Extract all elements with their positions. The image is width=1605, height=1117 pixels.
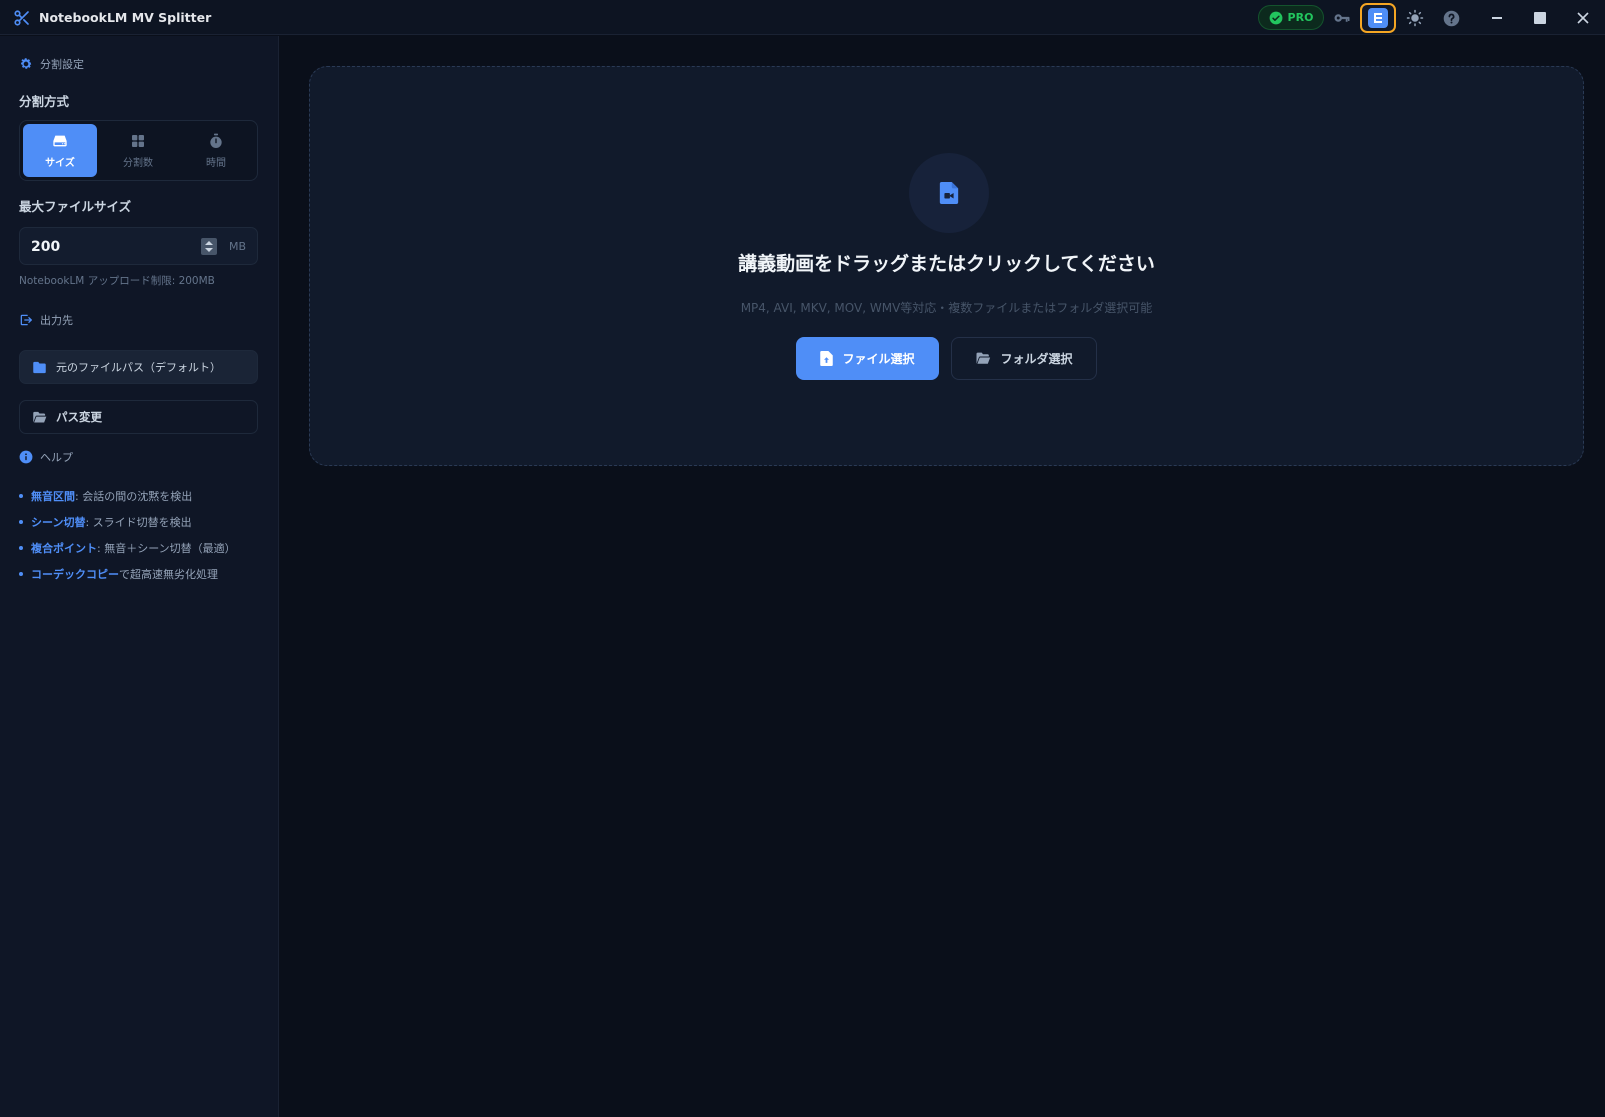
help-list: 無音区間: 会話の間の沈黙を検出 シーン切替: スライド切替を検出 複合ポイント… <box>19 483 269 587</box>
folder-icon <box>33 361 46 373</box>
file-upload-icon <box>820 351 834 366</box>
title-bar: NotebookLM MV Splitter PRO <box>0 0 1605 35</box>
help-item: 複合ポイント: 無音＋シーン切替（最適） <box>19 535 269 561</box>
verified-check-icon <box>1269 11 1282 24</box>
sidebar: 分割設定 分割方式 サイズ 分割数 時間 最大ファイルサイズ 200 MB No… <box>0 36 279 1117</box>
gear-icon <box>21 58 32 69</box>
default-path-display: 元のファイルパス（デフォルト） <box>19 350 258 384</box>
hdd-icon <box>53 135 67 146</box>
bullet <box>19 546 23 550</box>
key-icon[interactable] <box>1332 8 1352 28</box>
split-mode-selector: サイズ 分割数 時間 <box>19 120 258 181</box>
pro-label: PRO <box>1287 11 1314 24</box>
help-item: コーデックコピー で超高速無劣化処理 <box>19 561 269 587</box>
bullet <box>19 572 23 576</box>
mode-count-button[interactable]: 分割数 <box>101 124 175 177</box>
drop-zone-title: 講義動画をドラッグまたはクリックしてください <box>738 253 1155 275</box>
minimize-icon[interactable] <box>1487 8 1507 28</box>
output-heading: 出力先 <box>19 312 73 328</box>
max-size-label: 最大ファイルサイズ <box>19 199 132 214</box>
layout-icon <box>1368 8 1388 28</box>
help-icon[interactable] <box>1441 8 1461 28</box>
help-heading: ヘルプ <box>19 449 73 465</box>
split-method-label: 分割方式 <box>19 94 70 109</box>
upload-icon-circle <box>909 153 989 233</box>
select-folder-button[interactable]: フォルダ選択 <box>951 337 1097 380</box>
help-item: 無音区間: 会話の間の沈黙を検出 <box>19 483 269 509</box>
folder-open-icon <box>33 411 47 422</box>
video-file-icon <box>939 182 959 204</box>
close-icon[interactable] <box>1573 8 1593 28</box>
scissors-icon <box>14 10 29 26</box>
video-drop-zone[interactable]: 講義動画をドラッグまたはクリックしてください MP4, AVI, MKV, MO… <box>309 66 1584 466</box>
grid-icon <box>132 134 144 147</box>
folder-open-icon <box>976 352 991 364</box>
stopwatch-icon <box>210 133 222 148</box>
max-size-value[interactable]: 200 <box>31 239 60 255</box>
size-unit: MB <box>229 240 247 253</box>
split-settings-heading: 分割設定 <box>19 56 84 72</box>
select-file-button[interactable]: ファイル選択 <box>796 337 939 380</box>
bullet <box>19 494 23 498</box>
bullet <box>19 520 23 524</box>
export-icon <box>20 314 32 326</box>
help-item: シーン切替: スライド切替を検出 <box>19 509 269 535</box>
mode-time-button[interactable]: 時間 <box>179 124 253 177</box>
sun-icon[interactable] <box>1405 8 1425 28</box>
change-path-button[interactable]: パス変更 <box>19 400 258 434</box>
size-stepper[interactable] <box>201 238 217 255</box>
drop-zone-subtitle: MP4, AVI, MKV, MOV, WMV等対応・複数ファイルまたはフォルダ… <box>740 301 1153 315</box>
max-size-input[interactable]: 200 MB <box>19 227 258 265</box>
layout-toggle-button[interactable] <box>1360 3 1396 33</box>
mode-size-button[interactable]: サイズ <box>23 124 97 177</box>
upload-limit-hint: NotebookLM アップロード制限: 200MB <box>19 275 215 287</box>
pro-badge[interactable]: PRO <box>1258 5 1324 30</box>
app-title: NotebookLM MV Splitter <box>39 10 212 25</box>
maximize-icon[interactable] <box>1530 8 1550 28</box>
info-icon <box>19 450 33 464</box>
